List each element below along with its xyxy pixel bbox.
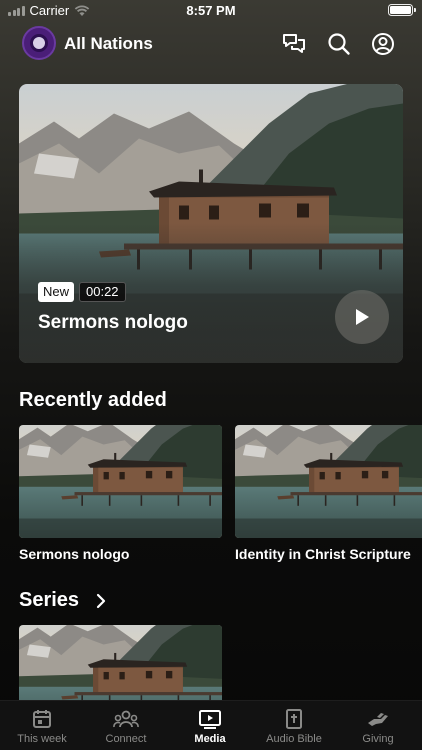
status-bar: Carrier 8:57 PM xyxy=(0,0,422,22)
tab-label: This week xyxy=(17,733,67,745)
bible-icon xyxy=(286,709,302,729)
people-icon xyxy=(113,710,139,728)
tab-connect[interactable]: Connect xyxy=(84,701,168,750)
app-title: All Nations xyxy=(64,34,153,53)
duration-badge: 00:22 xyxy=(79,282,126,302)
tab-label: Audio Bible xyxy=(266,733,322,745)
tab-media[interactable]: Media xyxy=(168,701,252,750)
series-heading[interactable]: Series xyxy=(19,589,79,612)
media-card-title[interactable]: Sermons nologo xyxy=(19,546,129,562)
recently-added-heading: Recently added xyxy=(19,389,167,411)
tab-giving[interactable]: Giving xyxy=(336,701,420,750)
chat-icon[interactable] xyxy=(281,31,307,57)
media-card[interactable] xyxy=(235,425,422,538)
featured-title: Sermons nologo xyxy=(38,312,188,333)
series-card[interactable] xyxy=(19,625,222,700)
search-icon[interactable] xyxy=(326,31,352,57)
featured-media-card[interactable]: New 00:22 Sermons nologo xyxy=(19,84,403,363)
media-icon xyxy=(199,710,221,729)
new-badge: New xyxy=(38,282,75,302)
calendar-icon xyxy=(33,710,51,728)
media-card-title[interactable]: Identity in Christ Scripture xyxy=(235,546,411,562)
tab-label: Giving xyxy=(362,733,394,745)
chevron-right-icon[interactable] xyxy=(95,593,107,609)
tab-this-week[interactable]: This week xyxy=(0,701,84,750)
tab-label: Media xyxy=(194,733,226,745)
tab-audio-bible[interactable]: Audio Bible xyxy=(252,701,336,750)
media-thumbnail xyxy=(235,425,422,538)
app-header: All Nations xyxy=(0,26,422,62)
media-card[interactable] xyxy=(19,425,222,538)
tab-label: Connect xyxy=(105,733,147,745)
hero-gradient xyxy=(19,223,403,363)
series-thumbnail xyxy=(19,625,222,700)
media-thumbnail xyxy=(19,425,222,538)
battery-icon xyxy=(388,4,416,16)
tab-bar: This week Connect Media Audio Bible Givi… xyxy=(0,700,422,750)
clock: 8:57 PM xyxy=(186,3,236,18)
profile-icon[interactable] xyxy=(370,31,396,57)
play-button[interactable] xyxy=(335,290,389,344)
play-icon xyxy=(356,309,369,325)
giving-hand-icon xyxy=(368,713,388,726)
church-logo[interactable] xyxy=(22,26,56,60)
